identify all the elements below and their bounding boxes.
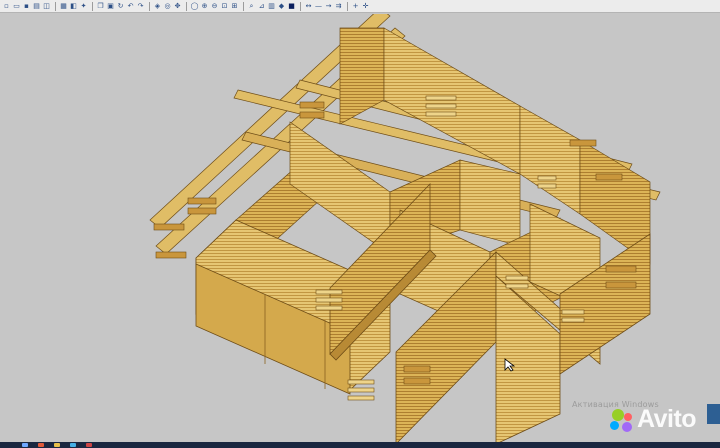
avito-wordmark: Avito (637, 405, 697, 433)
toolbar-separator (300, 1, 301, 11)
line-tool-icon[interactable]: — (314, 2, 323, 11)
arrow-tool-icon[interactable]: → (324, 2, 333, 11)
toolbar-separator (243, 1, 244, 11)
grid-icon[interactable]: ▥ (267, 2, 276, 11)
copy-icon[interactable]: ❐ (96, 2, 105, 11)
undo-icon[interactable]: ↶ (126, 2, 135, 11)
table-icon[interactable]: ▦ (59, 2, 68, 11)
save-icon[interactable]: ▪ (22, 2, 31, 11)
toolbar-separator (347, 1, 348, 11)
cursor-icon (504, 358, 516, 372)
redo-icon[interactable]: ↷ (136, 2, 145, 11)
avito-dots-icon (608, 407, 634, 433)
new-file-icon[interactable]: ▫ (2, 2, 11, 11)
avito-logo: Avito (608, 405, 697, 434)
model-viewport[interactable] (0, 14, 720, 442)
folder-icon[interactable] (54, 443, 60, 447)
layer-icon[interactable]: ◧ (69, 2, 78, 11)
orbit-icon[interactable]: ◎ (163, 2, 172, 11)
toolbar: ▫ ▭ ▪ ▤ ◫ ▦ ◧ ✦ ❐ ▣ ↻ ↶ ↷ ◈ ◎ ✥ ◯ ⊕ ⊖ ⊡ ⊞ ⌕ ⊿ ▥ ◆ ■ ↔ — → ⇉ + ✛ (0, 0, 720, 13)
move-icon[interactable]: ✛ (361, 2, 370, 11)
toolbar-separator (186, 1, 187, 11)
find-icon[interactable]: ⌕ (247, 2, 256, 11)
paste-icon[interactable]: ▣ (106, 2, 115, 11)
side-panel-tab[interactable] (707, 404, 720, 424)
browser-icon[interactable] (38, 443, 44, 447)
cad-app-icon[interactable] (86, 443, 92, 447)
toolbar-separator (149, 1, 150, 11)
toolbar-separator (92, 1, 93, 11)
toolbar-separator (55, 1, 56, 11)
print-icon[interactable]: ▤ (32, 2, 41, 11)
offset-icon[interactable]: ⇉ (334, 2, 343, 11)
settings-icon[interactable]: ✦ (79, 2, 88, 11)
color-swatch-icon[interactable]: ■ (287, 2, 296, 11)
app-icon[interactable] (70, 443, 76, 447)
zoom-out-icon[interactable]: ⊖ (210, 2, 219, 11)
start-icon[interactable] (22, 443, 28, 447)
measure-icon[interactable]: ⊿ (257, 2, 266, 11)
rotate-icon[interactable]: ↻ (116, 2, 125, 11)
taskbar (0, 442, 720, 448)
snap-icon[interactable]: ◆ (277, 2, 286, 11)
dimension-icon[interactable]: ↔ (304, 2, 313, 11)
pan-icon[interactable]: ✥ (173, 2, 182, 11)
view-cube-icon[interactable]: ◈ (153, 2, 162, 11)
open-icon[interactable]: ▭ (12, 2, 21, 11)
plus-icon[interactable]: + (351, 2, 360, 11)
zoom-extents-icon[interactable]: ⊞ (230, 2, 239, 11)
zoom-icon[interactable]: ◯ (190, 2, 199, 11)
preview-icon[interactable]: ◫ (42, 2, 51, 11)
zoom-in-icon[interactable]: ⊕ (200, 2, 209, 11)
zoom-window-icon[interactable]: ⊡ (220, 2, 229, 11)
